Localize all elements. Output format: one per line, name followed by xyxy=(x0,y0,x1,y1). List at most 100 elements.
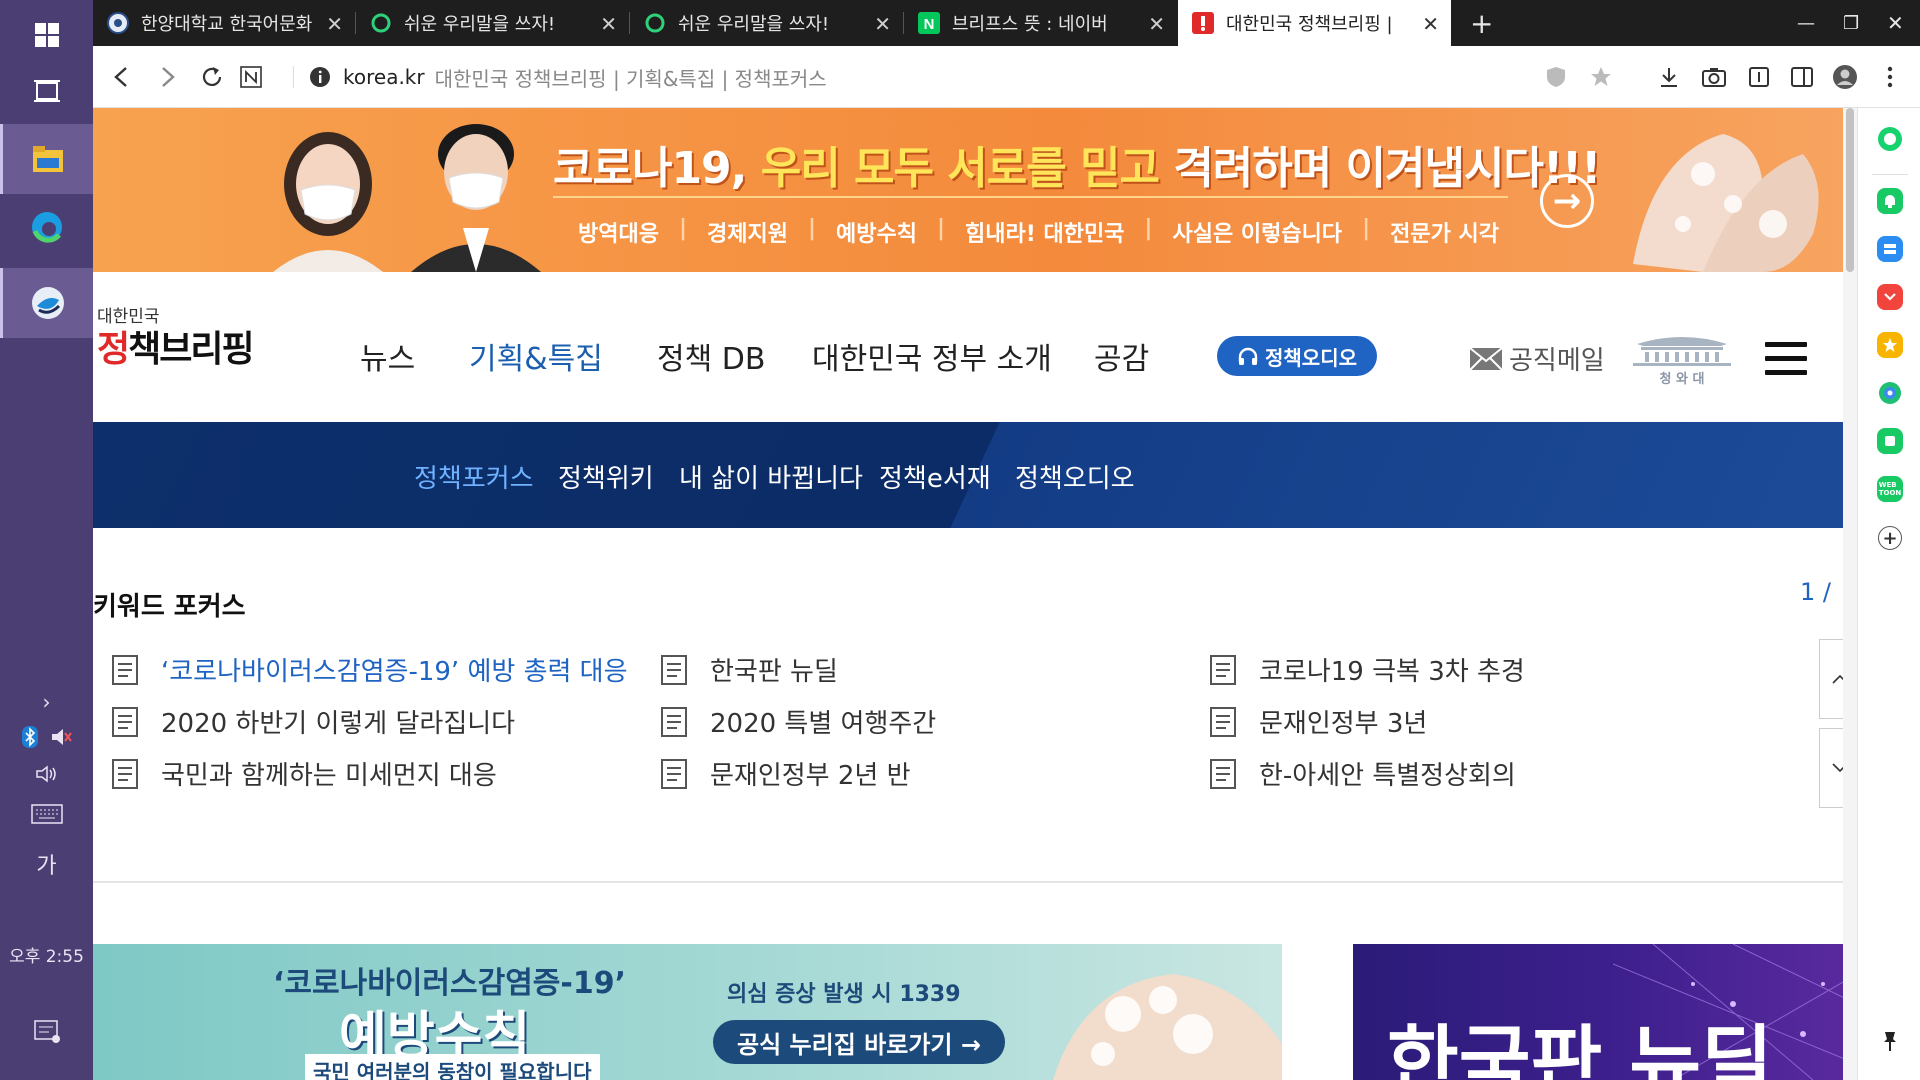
banner-link-prevention[interactable]: 예방수칙 xyxy=(836,216,917,248)
banner-arrow-icon[interactable]: → xyxy=(1540,174,1594,228)
shield-button[interactable] xyxy=(1541,62,1571,92)
tab-easy-korean-1[interactable]: 쉬운 우리말을 쓰자! ✕ xyxy=(356,0,629,46)
shield-icon xyxy=(1547,67,1565,87)
capture-button[interactable] xyxy=(1699,62,1729,92)
tab-hanyang[interactable]: 한양대학교 한국어문화 ✕ xyxy=(93,0,355,46)
nav-gonggam[interactable]: 공감 xyxy=(1094,334,1149,378)
keyword-item[interactable]: 한-아세안 특별정상회의 xyxy=(1209,755,1516,792)
ime-indicator[interactable]: 가 xyxy=(0,848,93,880)
page-scrollbar[interactable] xyxy=(1843,108,1857,1080)
banner-links: 방역대응 | 경제지원 | 예방수칙 | 힘내라! 대한민국 | 사실은 이렇습니다 | … xyxy=(578,216,1499,248)
pin-icon[interactable] xyxy=(1877,1028,1903,1054)
naver-home-button[interactable] xyxy=(236,62,266,92)
keyword-item[interactable]: 코로나19 극복 3차 추경 xyxy=(1209,651,1525,688)
clock[interactable]: 오후 2:55 xyxy=(0,942,93,967)
address-bar[interactable]: korea.kr 대한민국 정책브리핑 | 기획&특집 | 정책포커스 xyxy=(309,62,827,92)
notification-app-icon[interactable] xyxy=(1877,188,1903,214)
notification-icon[interactable] xyxy=(0,1020,93,1044)
green-ring-app-icon[interactable] xyxy=(1875,124,1905,154)
scrollbar-thumb[interactable] xyxy=(1846,108,1854,272)
pocket-app-icon[interactable] xyxy=(1877,284,1903,310)
official-mail-label: 공직메일 xyxy=(1509,346,1605,376)
reload-button[interactable] xyxy=(197,62,227,92)
back-button[interactable] xyxy=(107,62,137,92)
subnav-policy-focus[interactable]: 정책포커스 xyxy=(414,458,534,495)
new-tab-button[interactable]: + xyxy=(1458,0,1504,46)
nav-features[interactable]: 기획&특집 xyxy=(469,334,603,378)
tab-naver-dictionary[interactable]: N 브리프스 뜻 : 네이버 ✕ xyxy=(904,0,1177,46)
download-button[interactable] xyxy=(1654,62,1684,92)
sidebar-toggle-button[interactable] xyxy=(1787,62,1817,92)
show-hidden-icons[interactable]: › xyxy=(0,690,93,714)
official-mail-link[interactable]: 공직메일 xyxy=(1469,340,1605,377)
back-arrow-icon xyxy=(114,67,127,87)
forward-button[interactable] xyxy=(152,62,182,92)
blue-house-link[interactable]: 청 와 대 xyxy=(1629,332,1735,387)
forward-arrow-icon xyxy=(162,67,175,87)
nav-policy-db[interactable]: 정책 DB xyxy=(657,334,765,378)
n-logo-icon xyxy=(240,66,262,88)
subnav-policy-wiki[interactable]: 정책위키 xyxy=(558,458,654,495)
window-close-button[interactable]: ✕ xyxy=(1873,0,1913,46)
keyword-item[interactable]: 2020 특별 여행주간 xyxy=(660,703,936,740)
restore-button[interactable]: ❐ xyxy=(1829,0,1869,46)
reader-mode-button[interactable] xyxy=(1744,62,1774,92)
bookmark-button[interactable] xyxy=(1586,62,1616,92)
banner-link-cheer[interactable]: 힘내라! 대한민국 xyxy=(965,216,1124,248)
add-sidebar-app-icon[interactable]: + xyxy=(1878,526,1902,550)
favorites-app-icon[interactable] xyxy=(1877,332,1903,358)
menu-button[interactable] xyxy=(1875,62,1905,92)
banner-headline-part: 코로나19, xyxy=(553,143,761,194)
tab-title: 한양대학교 한국어문화 xyxy=(141,14,313,35)
subnav-my-life[interactable]: 내 삶이 바뀝니다 xyxy=(679,458,863,495)
tab-title: 쉬운 우리말을 쓰자! xyxy=(678,14,830,35)
tab-close-icon[interactable]: ✕ xyxy=(326,12,343,36)
bluetooth-icon[interactable] xyxy=(21,726,38,748)
tab-close-icon[interactable]: ✕ xyxy=(1422,12,1439,36)
korean-new-deal-card[interactable]: 한국판 뉴딜 xyxy=(1353,944,1857,1080)
banner-link-economy[interactable]: 경제지원 xyxy=(707,216,788,248)
svg-text:N: N xyxy=(924,16,935,33)
papago-app-icon[interactable] xyxy=(1877,380,1903,406)
site-logo[interactable]: 정책브리핑 xyxy=(97,320,255,372)
task-view-button[interactable] xyxy=(0,56,93,126)
subnav-policy-audio[interactable]: 정책오디오 xyxy=(1015,458,1135,495)
hamburger-menu-icon[interactable] xyxy=(1765,342,1807,376)
banner-link-experts[interactable]: 전문가 시각 xyxy=(1390,216,1499,248)
whale-browser-button[interactable] xyxy=(0,268,93,338)
keyword-item[interactable]: 한국판 뉴딜 xyxy=(660,651,838,688)
tab-close-icon[interactable]: ✕ xyxy=(874,12,891,36)
keyword-item[interactable]: 문재인정부 2년 반 xyxy=(660,755,911,792)
keyword-item[interactable]: 문재인정부 3년 xyxy=(1209,703,1427,740)
prevention-card[interactable]: ‘코로나바이러스감염증-19’ 예방수칙 국민 여러분의 동참이 필요합니다 의… xyxy=(93,944,1282,1080)
keyboard-icon[interactable] xyxy=(0,804,93,824)
volume-icon[interactable] xyxy=(0,764,93,784)
banner-link-factcheck[interactable]: 사실은 이렇습니다 xyxy=(1172,216,1342,248)
webtoon-app-icon[interactable]: WEB TOON xyxy=(1877,476,1903,502)
tab-easy-korean-2[interactable]: 쉬운 우리말을 쓰자! ✕ xyxy=(630,0,903,46)
tab-korea-kr[interactable]: 대한민국 정책브리핑 | ✕ xyxy=(1178,0,1451,46)
info-icon[interactable] xyxy=(309,66,331,88)
subnav-e-library[interactable]: 정책e서재 xyxy=(879,458,991,495)
keyword-item[interactable]: 2020 하반기 이렇게 달라집니다 xyxy=(111,703,515,740)
chat-app-icon[interactable] xyxy=(1877,428,1903,454)
tab-close-icon[interactable]: ✕ xyxy=(600,12,617,36)
speaker-muted-icon[interactable] xyxy=(50,726,72,748)
archive-app-icon[interactable] xyxy=(1877,236,1903,262)
official-site-button[interactable]: 공식 누리집 바로가기 → xyxy=(713,1020,1005,1064)
minimize-button[interactable]: — xyxy=(1783,0,1823,46)
nav-government[interactable]: 대한민국 정부 소개 xyxy=(812,334,1052,378)
covid-banner[interactable]: 코로나19, 우리 모두 서로를 믿고 격려하며 이겨냅시다!!! 방역대응 | … xyxy=(93,108,1857,272)
keyword-item[interactable]: ‘코로나바이러스감염증-19’ 예방 총력 대응 xyxy=(111,651,628,688)
policy-audio-button[interactable]: 정책오디오 xyxy=(1217,336,1377,376)
nav-news[interactable]: 뉴스 xyxy=(360,334,415,378)
tab-close-icon[interactable]: ✕ xyxy=(1148,12,1165,36)
profile-button[interactable] xyxy=(1830,62,1860,92)
banner-link-quarantine[interactable]: 방역대응 xyxy=(578,216,659,248)
keyword-item[interactable]: 국민과 함께하는 미세먼지 대응 xyxy=(111,755,497,792)
file-explorer-button[interactable] xyxy=(0,124,93,194)
edge-button[interactable] xyxy=(0,192,93,262)
banner-divider xyxy=(553,196,1508,198)
logo-part: 책브리핑 xyxy=(128,329,254,370)
document-icon xyxy=(112,706,138,737)
